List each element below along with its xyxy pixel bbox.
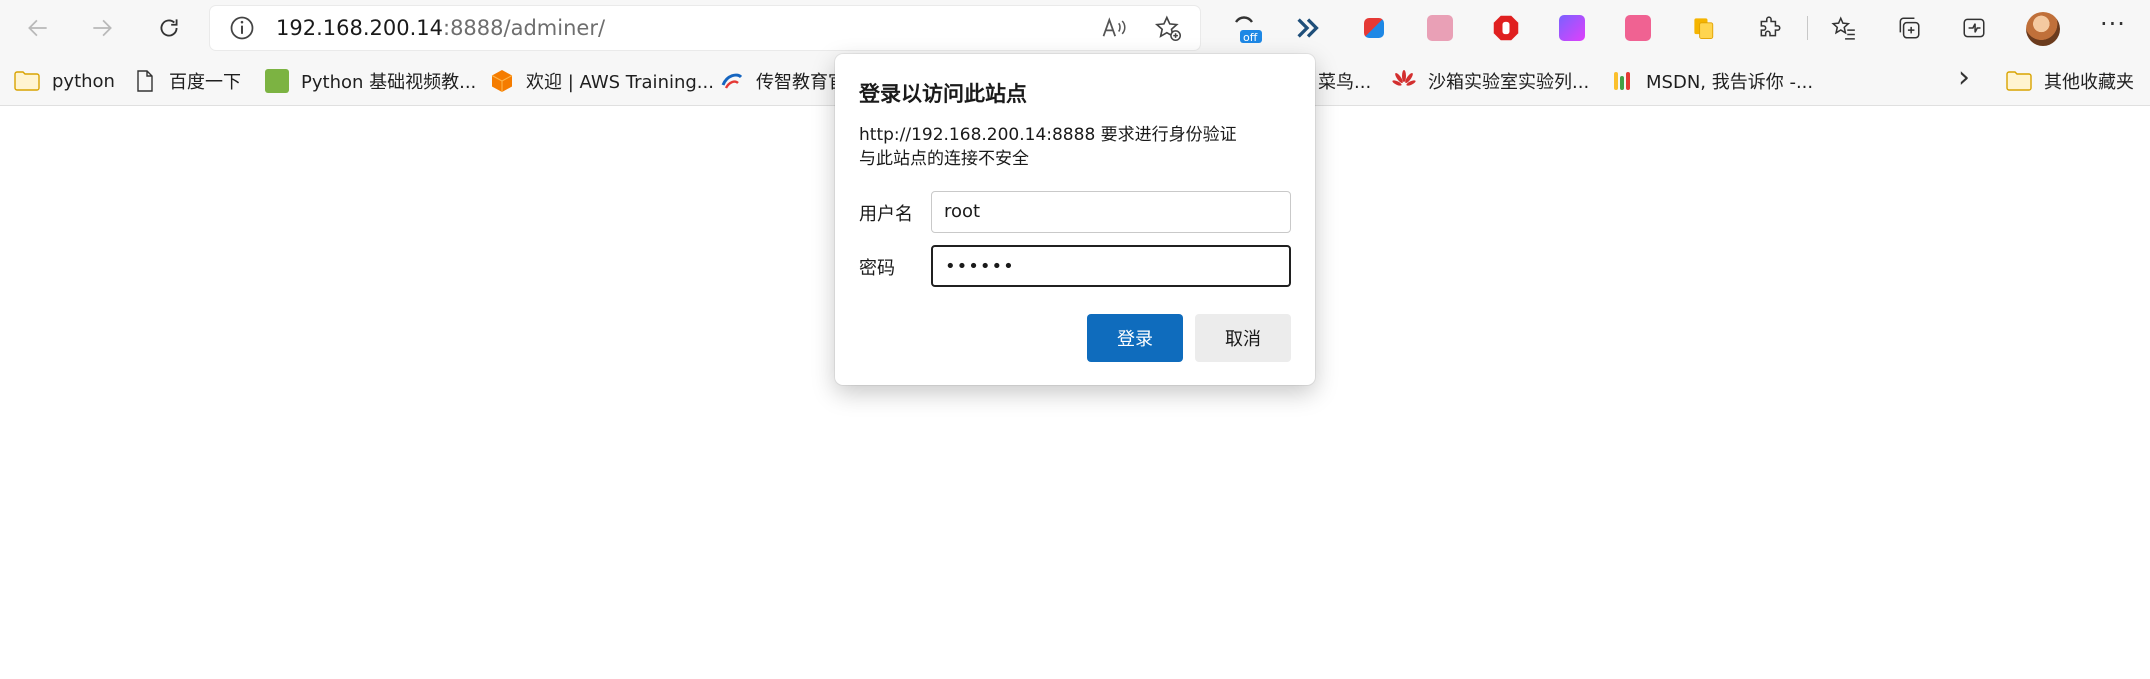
bookmark-label: MSDN, 我告诉你 -... — [1646, 72, 1814, 93]
url-host: 192.168.200.14 — [276, 16, 443, 40]
huawei-logo-icon — [1392, 70, 1416, 86]
password-field[interactable]: •••••• — [931, 245, 1291, 287]
cancel-button[interactable]: 取消 — [1195, 314, 1291, 362]
adblock-extension-icon[interactable] — [1490, 12, 1522, 44]
aws-cube-icon — [491, 70, 513, 92]
url-text[interactable]: 192.168.200.14:8888/adminer/ — [276, 15, 605, 41]
bookmark-python[interactable]: python — [14, 66, 115, 96]
green-logo-icon — [265, 69, 289, 93]
toolbar-separator — [1807, 16, 1808, 40]
bookmark-other-favorites[interactable]: 其他收藏夹 — [2006, 66, 2134, 96]
address-bar[interactable]: 192.168.200.14:8888/adminer/ — [210, 6, 1200, 50]
username-label: 用户名 — [859, 204, 913, 225]
off-badge: off — [1243, 31, 1258, 44]
bookmark-label: python — [52, 70, 115, 92]
folder-icon — [14, 71, 40, 91]
puzzle-icon[interactable] — [1754, 12, 1786, 44]
proxy-extension-icon[interactable]: off — [1230, 12, 1262, 44]
more-menu-icon[interactable]: ··· — [2100, 10, 2126, 38]
username-field[interactable]: root — [931, 191, 1291, 233]
browser-toolbar: 192.168.200.14:8888/adminer/ off ··· — [0, 0, 2150, 56]
read-aloud-icon[interactable] — [1100, 14, 1128, 42]
bilibili-extension-icon[interactable] — [1424, 12, 1456, 44]
url-path: :8888/adminer/ — [443, 16, 606, 40]
page-icon — [137, 70, 153, 92]
copy-extension-icon[interactable] — [1688, 12, 1720, 44]
performance-icon[interactable] — [1958, 12, 1990, 44]
video-extension-icon[interactable] — [1556, 12, 1588, 44]
refresh-icon[interactable] — [149, 8, 189, 48]
msdn-logo-icon — [1614, 72, 1630, 90]
password-label: 密码 — [859, 258, 895, 279]
profile-avatar[interactable] — [2026, 12, 2060, 46]
auth-dialog: 登录以访问此站点 http://192.168.200.14:8888 要求进行… — [835, 54, 1315, 385]
bookmark-runoob[interactable]: 菜鸟... — [1318, 66, 1371, 96]
collections-icon[interactable] — [1893, 12, 1925, 44]
bookmark-baidu[interactable]: 百度一下 — [133, 66, 241, 96]
favorites-icon[interactable] — [1828, 12, 1860, 44]
bookmark-itcast[interactable]: 传智教育官 — [720, 66, 846, 96]
forward-arrow-icon[interactable] — [82, 8, 122, 48]
itcast-logo-icon — [721, 73, 743, 89]
bilibili-helper-extension-icon[interactable] — [1622, 12, 1654, 44]
dialog-message-auth: http://192.168.200.14:8888 要求进行身份验证 — [859, 125, 1237, 145]
bookmark-msdn[interactable]: MSDN, 我告诉你 -... — [1610, 66, 1813, 96]
bookmark-label: 其他收藏夹 — [2044, 72, 2134, 93]
bookmark-huawei-sandbox[interactable]: 沙箱实验室实验列... — [1392, 66, 1589, 96]
add-favorite-icon[interactable] — [1154, 14, 1182, 42]
translate-extension-icon[interactable] — [1358, 12, 1390, 44]
double-chevron-extension-icon[interactable] — [1292, 12, 1324, 44]
bookmark-label: 沙箱实验室实验列... — [1428, 72, 1590, 93]
bookmark-label: 传智教育官 — [756, 72, 846, 93]
bookmarks-overflow-chevron-icon[interactable]: › — [1958, 60, 1970, 95]
bookmark-label: 百度一下 — [169, 72, 241, 93]
bookmark-label: 欢迎 | AWS Training... — [526, 72, 714, 93]
back-arrow-icon[interactable] — [18, 8, 58, 48]
info-icon[interactable] — [228, 14, 256, 42]
folder-icon — [2006, 71, 2032, 91]
dialog-message-insecure: 与此站点的连接不安全 — [859, 149, 1029, 169]
bookmark-label: 菜鸟... — [1318, 72, 1372, 93]
bookmark-aws-training[interactable]: 欢迎 | AWS Training... — [490, 66, 714, 96]
bookmark-label: Python 基础视频教... — [301, 72, 477, 93]
dialog-title: 登录以访问此站点 — [859, 82, 1027, 106]
bookmark-python-video[interactable]: Python 基础视频教... — [265, 66, 476, 96]
login-button[interactable]: 登录 — [1087, 314, 1183, 362]
